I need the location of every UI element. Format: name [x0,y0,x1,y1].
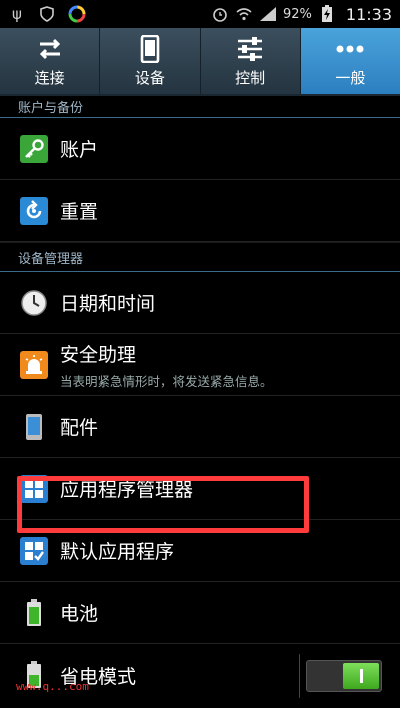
tab-label: 控制 [235,68,266,87]
alarm-icon [211,5,229,23]
divider [299,654,300,698]
settings-item-reset[interactable]: 重置 [0,180,400,242]
power-saving-toggle[interactable] [306,660,382,692]
key-icon [20,134,48,163]
grid-icon [20,474,48,503]
item-title: 电池 [60,603,99,625]
watermark: www.q...com [16,680,89,693]
item-title: 应用程序管理器 [60,479,194,501]
tab-controls[interactable]: 控制 [201,28,301,94]
arrows-swap-icon [35,35,65,63]
tab-label: 设备 [134,68,165,87]
item-title: 重置 [60,201,99,223]
reset-icon [20,196,48,225]
tab-label: 连接 [34,68,65,87]
clock: 11:33 [345,4,392,24]
settings-list: 账户与备份 账户 重置 设备管理器 日期和时间 安全助理 当表明紧急情形时，将发… [0,96,400,706]
wifi-icon [235,5,253,23]
settings-item-datetime[interactable]: 日期和时间 [0,272,400,334]
signal-icon [259,5,277,23]
clock-icon [20,289,48,317]
more-dots-icon [335,35,365,63]
section-header-accounts-backup: 账户与备份 [0,96,400,118]
section-header-device-manager: 设备管理器 [0,242,400,272]
device-icon [20,413,48,441]
battery-charging-icon [318,5,336,23]
sliders-icon [235,35,265,63]
settings-item-battery[interactable]: 电池 [0,582,400,644]
grid-check-icon [20,536,48,565]
status-bar: ψ 92% 11:33 [0,0,400,28]
settings-item-app-manager[interactable]: 应用程序管理器 [0,458,400,520]
alarm-light-icon [20,350,48,379]
tab-connections[interactable]: 连接 [0,28,101,94]
item-title: 默认应用程序 [60,541,175,563]
settings-item-account[interactable]: 账户 [0,118,400,180]
settings-item-default-apps[interactable]: 默认应用程序 [0,520,400,582]
settings-item-safety-assistant[interactable]: 安全助理 当表明紧急情形时，将发送紧急信息。 [0,334,400,396]
settings-item-accessories[interactable]: 配件 [0,396,400,458]
battery-icon [20,598,48,627]
tab-device[interactable]: 设备 [100,28,201,94]
toggle-knob [343,663,379,689]
item-title: 日期和时间 [60,293,156,315]
settings-item-power-saving[interactable]: 省电模式 [0,644,400,706]
item-title: 配件 [60,417,99,439]
tab-general[interactable]: 一般 [300,28,400,94]
settings-tabbar: 连接 设备 控制 一般 [0,28,400,96]
tab-label: 一般 [335,68,366,87]
shield-icon [38,5,56,23]
battery-percent: 92% [282,6,312,22]
item-title: 账户 [60,139,99,161]
phone-icon [135,34,165,63]
item-title: 安全助理 [60,343,137,366]
item-subtitle: 当表明紧急情形时，将发送紧急信息。 [60,373,273,389]
app-logo-icon [68,5,86,23]
usb-icon: ψ [12,5,22,23]
